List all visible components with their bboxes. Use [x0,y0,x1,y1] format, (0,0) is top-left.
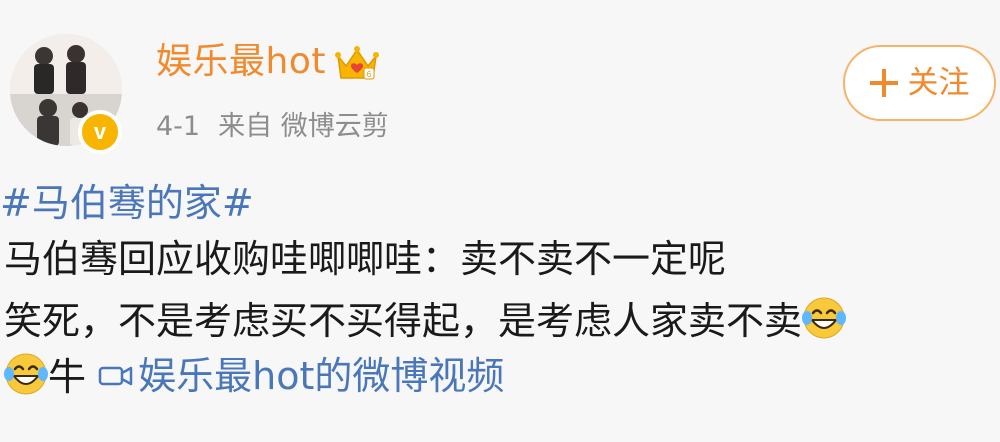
post-text-line: 笑死，不是考虑买不买得起，是考虑人家卖不卖 [4,296,847,344]
plus-icon [869,69,898,97]
video-link-label: 娱乐最hot的微博视频 [138,354,505,398]
post-text-line: 马伯骞回应收购哇唧唧哇：卖不卖不一定呢 [4,237,727,281]
post-text-line: 牛 娱乐最hot的微博视频 [4,352,504,400]
post-source[interactable]: 来自 微博云剪 [218,113,389,140]
svg-text:6: 6 [367,70,372,79]
post-meta: 4-1 来自 微博云剪 [156,110,389,142]
verified-badge-icon: v [78,110,122,154]
hashtag-line: #马伯骞的家# [0,184,254,232]
post-date: 4-1 [156,110,201,142]
video-camera-icon [98,366,133,386]
follow-button[interactable]: 关注 [843,45,996,121]
laughing-tears-emoji-icon [4,353,48,395]
laughing-tears-emoji-icon [802,297,847,339]
author-row: 娱乐最hot 6 [156,38,380,86]
crown-badge-icon[interactable]: 6 [334,42,380,82]
author-name[interactable]: 娱乐最hot [156,44,326,80]
hashtag-link[interactable]: #马伯骞的家# [0,181,254,225]
video-link[interactable]: 娱乐最hot的微博视频 [98,357,504,395]
follow-label: 关注 [907,64,970,101]
